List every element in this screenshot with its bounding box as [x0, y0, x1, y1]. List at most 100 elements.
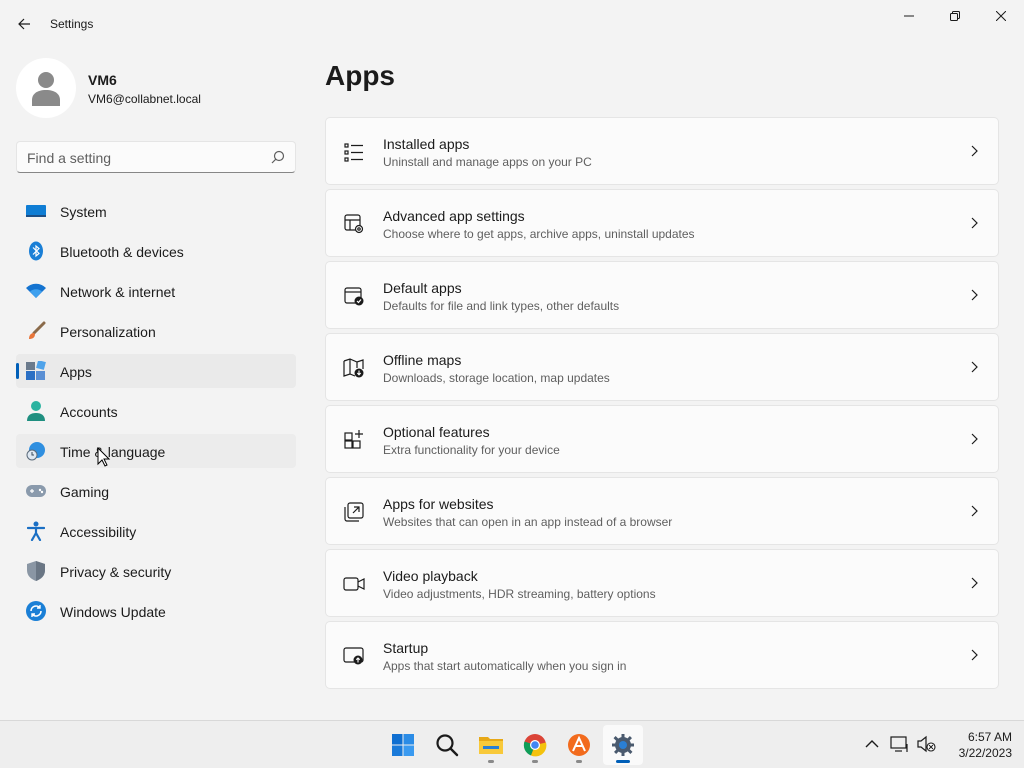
close-icon — [996, 11, 1006, 21]
card-description: Choose where to get apps, archive apps, … — [383, 227, 695, 241]
clock-time: 6:57 AM — [967, 730, 1012, 744]
card-description: Apps that start automatically when you s… — [383, 659, 627, 673]
card-startup[interactable]: Startup Apps that start automatically wh… — [325, 621, 999, 689]
card-optional-features[interactable]: Optional features Extra functionality fo… — [325, 405, 999, 473]
sidebar-item-accessibility[interactable]: Accessibility — [16, 514, 296, 548]
gamepad-icon — [26, 481, 46, 501]
user-profile[interactable]: VM6 VM6@collabnet.local — [16, 56, 296, 120]
sidebar-item-time-language[interactable]: Time & language — [16, 434, 296, 468]
default-apps-icon — [344, 287, 364, 306]
sidebar-item-network-internet[interactable]: Network & internet — [16, 274, 296, 308]
wifi-icon — [26, 281, 46, 301]
windows-start-icon — [392, 734, 414, 756]
taskbar-settings[interactable] — [603, 725, 643, 765]
sidebar-item-label: Apps — [60, 364, 92, 380]
show-hidden-icons-button[interactable] — [862, 734, 882, 754]
sidebar-item-label: Time & language — [60, 444, 166, 460]
sidebar-item-accounts[interactable]: Accounts — [16, 394, 296, 428]
chevron-right-icon — [971, 649, 978, 661]
monitor-icon — [26, 201, 46, 221]
close-button[interactable] — [978, 0, 1024, 32]
update-icon — [26, 601, 46, 621]
file-explorer-icon — [479, 737, 503, 754]
taskbar-clock[interactable]: 6:57 AM 3/22/2023 — [942, 729, 1012, 761]
card-description: Defaults for file and link types, other … — [383, 299, 620, 313]
card-apps-for-websites[interactable]: Apps for websites Websites that can open… — [325, 477, 999, 545]
network-monitor-icon — [890, 736, 908, 752]
sidebar-item-label: Windows Update — [60, 604, 166, 620]
search-icon — [436, 734, 459, 757]
mouse-cursor-icon — [97, 447, 111, 467]
volume-button[interactable] — [916, 734, 936, 754]
taskbar-chrome[interactable] — [515, 725, 555, 765]
card-title: Advanced app settings — [383, 208, 525, 224]
globe-clock-icon — [26, 441, 46, 461]
card-default-apps[interactable]: Default apps Defaults for file and link … — [325, 261, 999, 329]
card-description: Video adjustments, HDR streaming, batter… — [383, 587, 656, 601]
bluetooth-icon — [26, 241, 46, 261]
sidebar-item-apps[interactable]: Apps — [16, 354, 296, 388]
window-title: Settings — [50, 17, 94, 31]
video-camera-icon — [343, 577, 365, 591]
taskbar-start-button[interactable] — [383, 725, 423, 765]
settings-gear-icon — [612, 734, 634, 756]
running-indicator — [616, 760, 630, 763]
card-video-playback[interactable]: Video playback Video adjustments, HDR st… — [325, 549, 999, 617]
chevron-right-icon — [971, 361, 978, 373]
search-box[interactable] — [16, 141, 296, 173]
sidebar-item-bluetooth-devices[interactable]: Bluetooth & devices — [16, 234, 296, 268]
paintbrush-icon — [26, 321, 46, 341]
sidebar-item-gaming[interactable]: Gaming — [16, 474, 296, 508]
back-button[interactable] — [8, 8, 40, 40]
accessibility-icon — [26, 521, 46, 541]
sidebar-item-windows-update[interactable]: Windows Update — [16, 594, 296, 628]
settings-card-list: Installed apps Uninstall and manage apps… — [325, 117, 999, 693]
sidebar-nav: System Bluetooth & devices Network & int… — [16, 194, 296, 634]
startup-icon — [343, 647, 364, 665]
search-input[interactable] — [27, 148, 257, 168]
taskbar-file-explorer[interactable] — [471, 725, 511, 765]
card-description: Extra functionality for your device — [383, 443, 560, 457]
network-status-button[interactable] — [890, 734, 910, 754]
card-installed-apps[interactable]: Installed apps Uninstall and manage apps… — [325, 117, 999, 185]
minimize-button[interactable] — [886, 0, 932, 32]
sidebar-item-label: Network & internet — [60, 284, 176, 300]
sidebar-item-personalization[interactable]: Personalization — [16, 314, 296, 348]
list-icon — [344, 143, 363, 162]
chevron-right-icon — [971, 577, 978, 589]
sidebar-item-label: Accessibility — [60, 524, 137, 540]
chrome-icon — [523, 734, 547, 757]
card-title: Apps for websites — [383, 496, 494, 512]
card-description: Websites that can open in an app instead… — [383, 515, 673, 529]
chevron-up-icon — [865, 740, 879, 748]
running-indicator — [532, 760, 538, 763]
map-icon — [343, 358, 364, 378]
page-title: Apps — [325, 60, 395, 91]
avatar[interactable] — [16, 58, 76, 118]
taskbar-snapshot-app[interactable] — [559, 725, 599, 765]
card-description: Downloads, storage location, map updates — [383, 371, 610, 385]
card-title: Installed apps — [383, 136, 470, 152]
taskbar: 6:57 AM 3/22/2023 — [0, 720, 1024, 768]
card-description: Uninstall and manage apps on your PC — [383, 155, 592, 169]
card-advanced-app-settings[interactable]: Advanced app settings Choose where to ge… — [325, 189, 999, 257]
taskbar-search-button[interactable] — [427, 725, 467, 765]
chevron-right-icon — [971, 145, 978, 157]
card-title: Default apps — [383, 280, 462, 296]
restore-button[interactable] — [932, 0, 978, 32]
person-icon — [26, 401, 46, 421]
restore-icon — [950, 11, 960, 21]
sidebar-item-label: System — [60, 204, 107, 220]
apps-icon — [26, 361, 46, 381]
card-offline-maps[interactable]: Offline maps Downloads, storage location… — [325, 333, 999, 401]
selection-indicator — [16, 363, 19, 379]
title-bar: Settings — [0, 0, 1024, 48]
app-settings-icon — [344, 214, 364, 234]
sidebar-item-privacy-security[interactable]: Privacy & security — [16, 554, 296, 588]
open-link-icon — [344, 502, 364, 522]
shield-icon — [26, 561, 46, 581]
sidebar-item-label: Gaming — [60, 484, 110, 500]
profile-email: VM6@collabnet.local — [88, 92, 201, 106]
profile-name: VM6 — [88, 72, 117, 88]
sidebar-item-system[interactable]: System — [16, 194, 296, 228]
